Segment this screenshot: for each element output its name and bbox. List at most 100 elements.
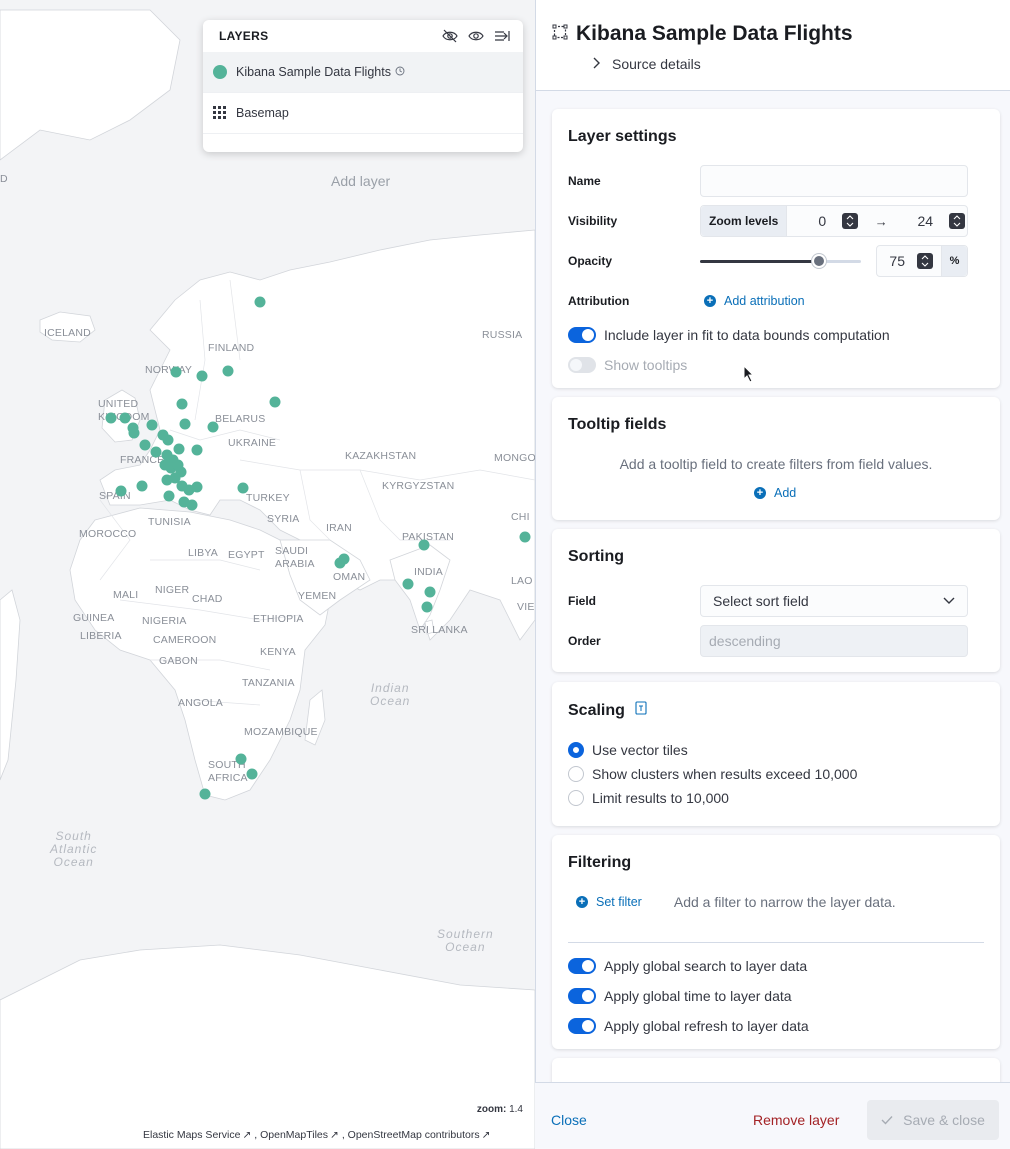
scaling-option[interactable]: Use vector tiles [568, 742, 968, 758]
add-attribution-button[interactable]: + Add attribution [704, 294, 805, 308]
global-search-toggle[interactable] [568, 958, 596, 974]
flight-point[interactable] [146, 419, 158, 431]
tooltip-fields-heading: Tooltip fields [568, 416, 667, 433]
scaling-option[interactable]: Show clusters when results exceed 10,000 [568, 766, 968, 782]
add-attribution-label: Add attribution [724, 294, 805, 308]
flight-point[interactable] [237, 482, 249, 494]
flight-point[interactable] [269, 396, 281, 408]
opacity-number-input[interactable]: 75 % [876, 245, 968, 277]
zoom-max-input[interactable]: 24 [894, 213, 967, 229]
sort-field-label: Field [568, 594, 597, 608]
sort-order-select[interactable]: descending [700, 625, 968, 657]
filter-description: Add a filter to narrow the layer data. [673, 894, 896, 910]
fit-bounds-toggle[interactable] [568, 327, 596, 343]
flight-point[interactable] [119, 412, 131, 424]
flight-point[interactable] [191, 444, 203, 456]
opacity-stepper[interactable] [917, 253, 933, 269]
opacity-label: Opacity [568, 254, 613, 268]
tooltip-fields-card: Tooltip fields Add a tooltip field to cr… [552, 397, 1000, 520]
layer-item-label: Kibana Sample Data Flights [236, 65, 391, 79]
flight-point[interactable] [179, 418, 191, 430]
scaling-heading: Scaling [568, 701, 625, 719]
flight-point[interactable] [139, 439, 151, 451]
add-layer-button[interactable]: Add layer [331, 173, 390, 189]
filtering-heading: Filtering [568, 854, 632, 871]
remove-layer-button[interactable]: Remove layer [753, 1112, 839, 1128]
close-button[interactable]: Close [551, 1112, 587, 1128]
attribution-link[interactable]: OpenStreetMap contributors [348, 1129, 480, 1141]
scaling-option[interactable]: Limit results to 10,000 [568, 790, 968, 806]
opacity-slider[interactable] [700, 245, 861, 277]
flight-point[interactable] [235, 753, 247, 765]
flight-point[interactable] [519, 531, 531, 543]
zoom-max-stepper[interactable] [949, 213, 966, 229]
name-input[interactable] [700, 165, 968, 197]
source-details-label: Source details [612, 56, 701, 72]
show-tooltips-label: Show tooltips [604, 357, 688, 373]
flight-point[interactable] [162, 434, 174, 446]
flight-point[interactable] [170, 366, 182, 378]
flight-point[interactable] [222, 365, 234, 377]
flight-point[interactable] [207, 421, 219, 433]
flight-point[interactable] [105, 412, 117, 424]
add-tooltip-field-label: Add [774, 486, 797, 500]
layer-item-basemap[interactable]: Basemap [203, 93, 523, 134]
flight-point[interactable] [254, 296, 266, 308]
opacity-slider-thumb[interactable] [811, 254, 826, 268]
flight-point[interactable] [199, 788, 211, 800]
flight-point[interactable] [128, 427, 140, 439]
flight-point[interactable] [196, 370, 208, 382]
tile-grid-icon [213, 106, 227, 120]
set-filter-button[interactable]: + Set filter [576, 895, 642, 909]
flight-point[interactable] [246, 768, 258, 780]
flight-point[interactable] [191, 481, 203, 493]
flight-point[interactable] [150, 446, 162, 458]
flight-point[interactable] [161, 474, 173, 486]
global-time-label: Apply global time to layer data [604, 988, 792, 1004]
scaling-radio[interactable] [568, 742, 584, 758]
zoom-value: 1.4 [509, 1104, 523, 1115]
flight-point[interactable] [136, 480, 148, 492]
map-canvas[interactable]: ICELAND FINLAND NORWAY UNITEDKINGDOM BEL… [0, 0, 535, 1149]
attribution-link[interactable]: OpenMapTiles [260, 1129, 328, 1141]
source-details-toggle[interactable]: Source details [592, 56, 1010, 72]
layer-item-flights[interactable]: Kibana Sample Data Flights [203, 52, 523, 93]
opacity-value: 75 [889, 253, 905, 269]
flight-point[interactable] [334, 557, 346, 569]
save-and-close-button[interactable]: Save & close [867, 1100, 999, 1140]
flight-point[interactable] [115, 485, 127, 497]
sort-field-placeholder: Select sort field [713, 593, 809, 609]
flight-point[interactable] [421, 601, 433, 613]
scaling-option-label: Use vector tiles [592, 742, 688, 758]
show-tooltips-toggle[interactable] [568, 357, 596, 373]
sort-field-select[interactable]: Select sort field [700, 585, 968, 617]
fit-bounds-label: Include layer in fit to data bounds comp… [604, 327, 890, 343]
collapse-panel-icon[interactable] [489, 25, 515, 47]
scaling-radio[interactable] [568, 790, 584, 806]
opacity-unit: % [941, 246, 967, 276]
documentation-icon[interactable] [634, 701, 648, 720]
tooltip-fields-description: Add a tooltip field to create filters fr… [619, 456, 933, 472]
attribution-link[interactable]: Elastic Maps Service [143, 1129, 240, 1141]
zoom-min-stepper[interactable] [842, 213, 859, 229]
plus-circle-icon: + [576, 896, 588, 908]
global-refresh-toggle[interactable] [568, 1018, 596, 1034]
flight-point[interactable] [173, 443, 185, 455]
zoom-min-value: 0 [818, 213, 827, 229]
hide-all-layers-icon[interactable] [437, 25, 463, 47]
flight-point[interactable] [163, 490, 175, 502]
show-all-layers-icon[interactable] [463, 25, 489, 47]
add-tooltip-field-button[interactable]: + Add [754, 486, 796, 500]
scaling-radio[interactable] [568, 766, 584, 782]
sorting-heading: Sorting [568, 548, 624, 565]
flight-point[interactable] [402, 578, 414, 590]
zoom-min-input[interactable]: 0 [787, 213, 868, 229]
flight-points-layer [105, 296, 531, 800]
flight-point[interactable] [418, 539, 430, 551]
scaling-option-label: Limit results to 10,000 [592, 790, 729, 806]
global-time-toggle[interactable] [568, 988, 596, 1004]
attribution-label: Attribution [568, 294, 630, 308]
flight-point[interactable] [186, 499, 198, 511]
flight-point[interactable] [176, 398, 188, 410]
flight-point[interactable] [424, 586, 436, 598]
